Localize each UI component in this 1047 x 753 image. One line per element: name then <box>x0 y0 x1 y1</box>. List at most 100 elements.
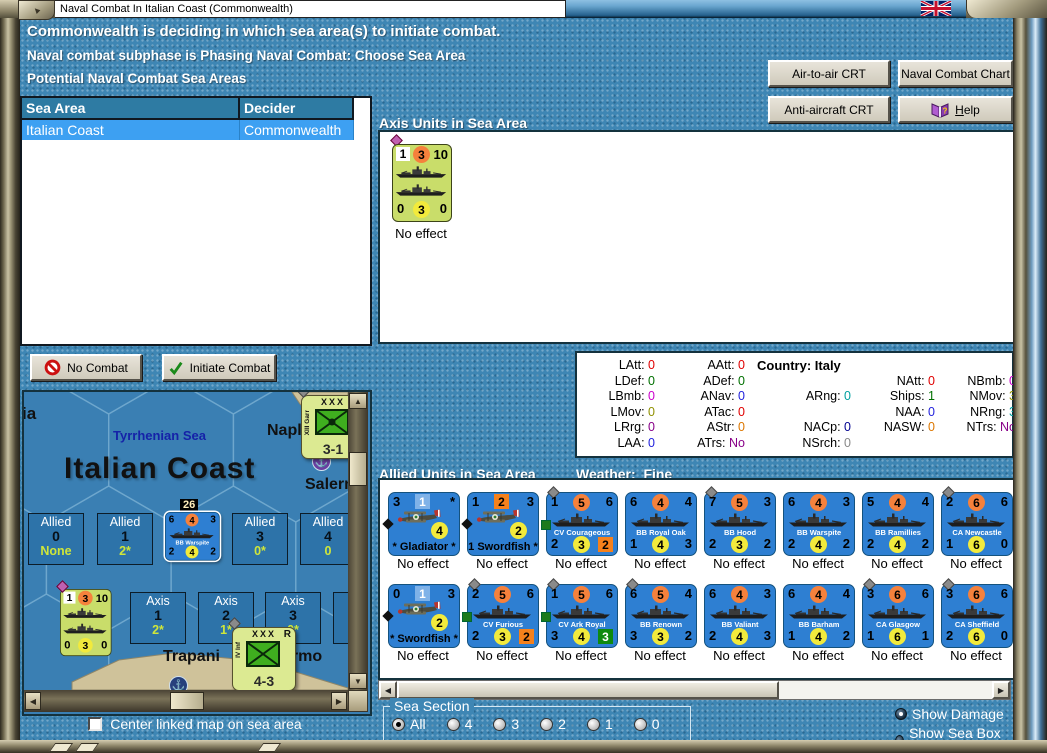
aircraft-counter-gladiator[interactable]: 3 1 * 4 * Gladiator * <box>382 492 460 556</box>
union-jack-flag-icon <box>920 1 952 16</box>
allied-units-panel: 3 1 * 4 * Gladiator * No effect 1 2 3 2 1 Swordfis… <box>378 478 1015 680</box>
sea-section-option-1[interactable]: 1 <box>586 716 613 732</box>
infantry-symbol-icon <box>246 641 280 672</box>
ship-counter-bb-warspite[interactable]: 6 4 3 BB Warspite 2 4 2 <box>783 492 855 556</box>
naval-combat-chart-button[interactable]: Naval Combat Chart <box>898 60 1013 87</box>
stat-label: LMov: <box>610 404 649 419</box>
radio-button[interactable] <box>392 717 405 731</box>
allied-units-scrollbar[interactable]: ◀ ▶ <box>378 680 1011 700</box>
scroll-left-icon[interactable]: ◀ <box>25 692 41 710</box>
center-map-checkbox[interactable] <box>88 717 103 731</box>
sea-section-option-4[interactable]: 4 <box>446 716 472 732</box>
no-combat-button[interactable]: No Combat <box>30 354 142 381</box>
ship-counter-cv-courageous[interactable]: 1 5 6 CV Courageous 2 3 2 <box>541 486 618 556</box>
stat-label: NSrch: <box>802 435 845 450</box>
ship-silhouette-icon <box>169 528 214 539</box>
counter-factor-chip: 5 <box>731 494 748 511</box>
ship-counter-ca-glasgow[interactable]: 3 6 6 CA Glasgow 1 6 1 <box>862 578 934 648</box>
sea-section-option-2[interactable]: 2 <box>540 716 566 732</box>
counter-number: * <box>449 494 455 509</box>
map-vscroll-thumb[interactable] <box>349 452 367 486</box>
cell-decider[interactable]: Commonwealth <box>240 120 354 140</box>
help-button[interactable]: ? Help <box>898 96 1013 123</box>
display-option-show-damage[interactable]: Show Damage <box>895 706 1013 722</box>
sea-box-allied-3[interactable]: Allied 3 0* <box>232 513 288 565</box>
unit-nationality-letter: R <box>283 629 291 640</box>
ship-counter-bb-warspite[interactable]: 6 4 3 BB Warspite 2 4 2 <box>165 512 220 561</box>
air-to-air-crt-button[interactable]: Air-to-air CRT <box>768 60 890 87</box>
radio-button[interactable] <box>586 717 600 731</box>
stat-latt: LAtt: 0 <box>581 358 655 374</box>
sea-section-option-0[interactable]: 0 <box>633 716 660 732</box>
scroll-right-icon[interactable]: ▶ <box>992 681 1010 699</box>
sea-box-allied-1[interactable]: Allied 1 2* <box>97 513 153 565</box>
stat-lbmb: LBmb: 0 <box>581 389 655 405</box>
ship-counter-ca-newcastle[interactable]: 2 6 6 CA Newcastle 1 6 0 <box>941 486 1013 556</box>
unit-designation: XIII Garr <box>304 410 311 436</box>
ship-counter-bb-ramillies[interactable]: 5 4 4 BB Ramillies 2 4 2 <box>862 492 934 556</box>
scrollbar-thumb[interactable] <box>397 681 779 699</box>
stat-label: NBmb: <box>967 373 1010 388</box>
ship-counter-cv-furious[interactable]: 2 5 6 CV Furious 2 3 2 <box>462 578 539 648</box>
center-map-option[interactable]: Center linked map on sea area <box>22 716 368 732</box>
map-horizontal-scrollbar[interactable]: ◀ ▶ <box>24 690 348 712</box>
axis-ship-art <box>63 623 108 639</box>
radio-button[interactable] <box>633 717 647 731</box>
map-hscroll-thumb[interactable] <box>170 692 204 710</box>
sea-box-axis-4[interactable]: Axis4 <box>333 592 348 644</box>
window-menu-button[interactable]: ▲ <box>18 0 55 20</box>
sea-box-side: Allied <box>40 515 72 529</box>
stat-atrs: ATrs: No <box>655 436 745 452</box>
counter-number: 10 <box>95 591 109 605</box>
ship-counter-bb-barham[interactable]: 6 4 4 BB Barham 1 4 2 <box>783 584 855 648</box>
scroll-up-icon[interactable]: ▲ <box>349 393 367 409</box>
sea-section-option-3[interactable]: 3 <box>493 716 519 732</box>
sea-box-allied-4[interactable]: Allied 4 0 <box>300 513 348 565</box>
sea-section-option-all[interactable]: All <box>392 716 426 732</box>
initiate-combat-button[interactable]: Initiate Combat <box>162 354 276 381</box>
scroll-down-icon[interactable]: ▼ <box>349 673 367 689</box>
table-row[interactable]: Italian Coast Commonwealth <box>22 120 370 140</box>
sea-box-allied-0[interactable]: Allied 0 None <box>28 513 84 565</box>
stat-lmov: LMov: 0 <box>581 405 655 421</box>
radio-button[interactable] <box>493 717 507 731</box>
country-label: Country: Italy <box>757 358 841 373</box>
ship-counter-bb-hood[interactable]: 7 5 3 BB Hood 2 3 2 <box>704 486 776 556</box>
radio-button[interactable] <box>895 708 907 720</box>
counter-number: 6 <box>788 586 796 601</box>
sea-area-table: Sea Area Decider Italian Coast Commonwea… <box>20 96 372 346</box>
scroll-right-icon[interactable]: ▶ <box>331 692 347 710</box>
ship-counter-axis-fleet[interactable]: 1 3 10 0 3 0 <box>60 589 112 657</box>
ship-counter-bb-renown[interactable]: 6 5 4 BB Renown 3 3 2 <box>625 578 697 648</box>
sea-area-map[interactable]: ia Tyrrhenian Sea Napl Italian Coast Sal… <box>22 390 372 716</box>
unit-status: No effect <box>555 648 607 663</box>
ship-counter-bb-valiant[interactable]: 6 4 3 BB Valiant 2 4 3 <box>704 584 776 648</box>
ship-counter-cv-ark-royal[interactable]: 1 5 6 CV Ark Royal 3 4 3 <box>541 578 618 648</box>
map-vertical-scrollbar[interactable]: ▲ ▼ <box>348 392 368 690</box>
ground-unit-xiii-garr[interactable]: XXXRXIII Garr3-1 <box>301 395 348 459</box>
scroll-left-icon[interactable]: ◀ <box>379 681 397 699</box>
counter-number: 1 <box>551 586 559 601</box>
counter-number: 1 <box>630 536 638 551</box>
radio-button[interactable] <box>540 717 554 731</box>
cell-sea-area[interactable]: Italian Coast <box>22 120 240 140</box>
ship-counter-ca-sheffield[interactable]: 3 6 6 CA Sheffield 2 6 0 <box>941 578 1013 648</box>
range-badge: 2 <box>510 522 527 539</box>
counter-number: 6 <box>630 494 638 509</box>
aircraft-counter-swordfish[interactable]: 12321 Swordfish * <box>461 492 539 556</box>
sea-box-axis-1[interactable]: Axis 1 2* <box>130 592 186 644</box>
map-viewport[interactable]: ia Tyrrhenian Sea Napl Italian Coast Sal… <box>24 392 348 690</box>
ship-silhouette-icon <box>710 605 768 619</box>
aircraft-counter-swordfish[interactable]: 0 1 3 2 * Swordfish * <box>382 584 460 648</box>
stat-value: 1 <box>928 389 935 403</box>
anti-aircraft-crt-button[interactable]: Anti-aircraft CRT <box>768 96 890 123</box>
counter-number: 0 <box>397 201 405 216</box>
sea-section-legend: Sea Section <box>390 698 474 714</box>
sea-box-value: 2* <box>119 544 131 558</box>
ship-counter-bb-royal-oak[interactable]: 6 4 4 BB Royal Oak 1 4 3 <box>625 492 697 556</box>
radio-button[interactable] <box>446 717 460 731</box>
ground-unit-iv-inf[interactable]: XXX R IV Inf 4-3 <box>232 627 296 690</box>
window-frame-left <box>0 0 20 753</box>
ship-counter-axis-fleet[interactable]: 1 3 10 0 3 0 <box>392 144 452 222</box>
main-content: Commonwealth is deciding in which sea ar… <box>20 18 1016 753</box>
